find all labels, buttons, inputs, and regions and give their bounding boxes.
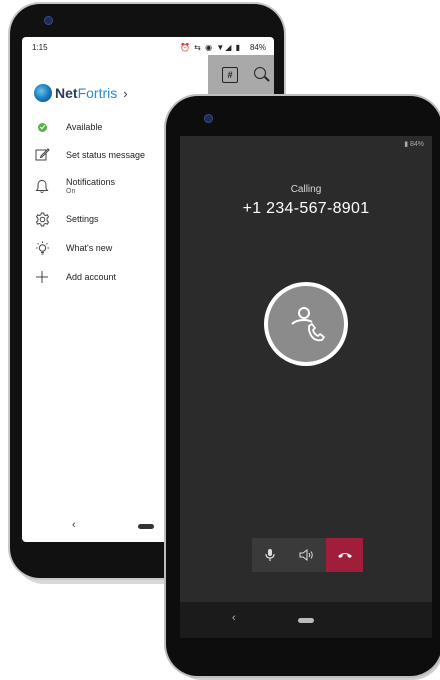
account-switcher[interactable]: Net Fortris › — [34, 83, 128, 103]
back-phone-camera — [44, 16, 53, 25]
status-time: 1:15 — [32, 43, 48, 52]
nav-home-pill-icon[interactable] — [298, 618, 314, 623]
menu-item-label: Settings — [66, 214, 99, 224]
caller-phone-icon — [291, 307, 325, 342]
nav-back-icon[interactable]: ‹ — [72, 519, 76, 531]
netfortris-logo-icon — [34, 84, 52, 102]
available-status-icon — [34, 119, 50, 135]
menu-item-label: Notifications — [66, 177, 116, 187]
menu-item-label: What's new — [66, 243, 113, 253]
menu-item-label: Add account — [66, 272, 117, 282]
battery-level: 84% — [249, 43, 266, 52]
hashtag-icon[interactable]: # — [222, 67, 238, 83]
brand-name-first: Net — [55, 85, 78, 101]
battery-level: ▮ 84% — [404, 141, 424, 148]
call-number: +1 234-567-8901 — [242, 200, 370, 217]
microphone-icon — [265, 549, 275, 561]
notifications-state: On — [66, 188, 76, 195]
brand-name-second: Fortris — [77, 85, 118, 101]
status-icons: ⏰ ⇆ ◉ ▼◢ ▮ — [180, 43, 242, 52]
bell-icon — [34, 178, 50, 194]
nav-home-pill-icon[interactable] — [138, 524, 154, 529]
search-icon[interactable] — [254, 67, 266, 79]
notifications-text: Notifications On — [66, 177, 115, 195]
menu-item-label: Set status message — [66, 150, 146, 160]
front-phone-camera — [204, 114, 213, 123]
lightbulb-icon — [34, 240, 50, 256]
call-screen: ▮ 84% Calling +1 234-567-8901 — [180, 136, 432, 638]
edit-status-icon — [34, 147, 50, 163]
caller-avatar — [268, 286, 344, 362]
menu-item-label: Available — [66, 122, 103, 132]
speaker-icon — [299, 549, 313, 561]
navigation-bar: ‹ — [180, 602, 432, 638]
gear-icon — [34, 211, 50, 227]
speaker-button[interactable] — [288, 538, 326, 572]
chevron-right-icon: › — [123, 85, 128, 101]
status-bar: 1:15 ⏰ ⇆ ◉ ▼◢ ▮ 84% — [22, 37, 274, 55]
mute-button[interactable] — [252, 538, 288, 572]
plus-icon — [34, 269, 50, 285]
call-status: Calling — [290, 184, 322, 195]
end-call-button[interactable] — [326, 538, 363, 572]
call-controls — [252, 538, 363, 572]
nav-back-icon[interactable]: ‹ — [232, 612, 236, 624]
end-call-icon — [337, 553, 352, 558]
